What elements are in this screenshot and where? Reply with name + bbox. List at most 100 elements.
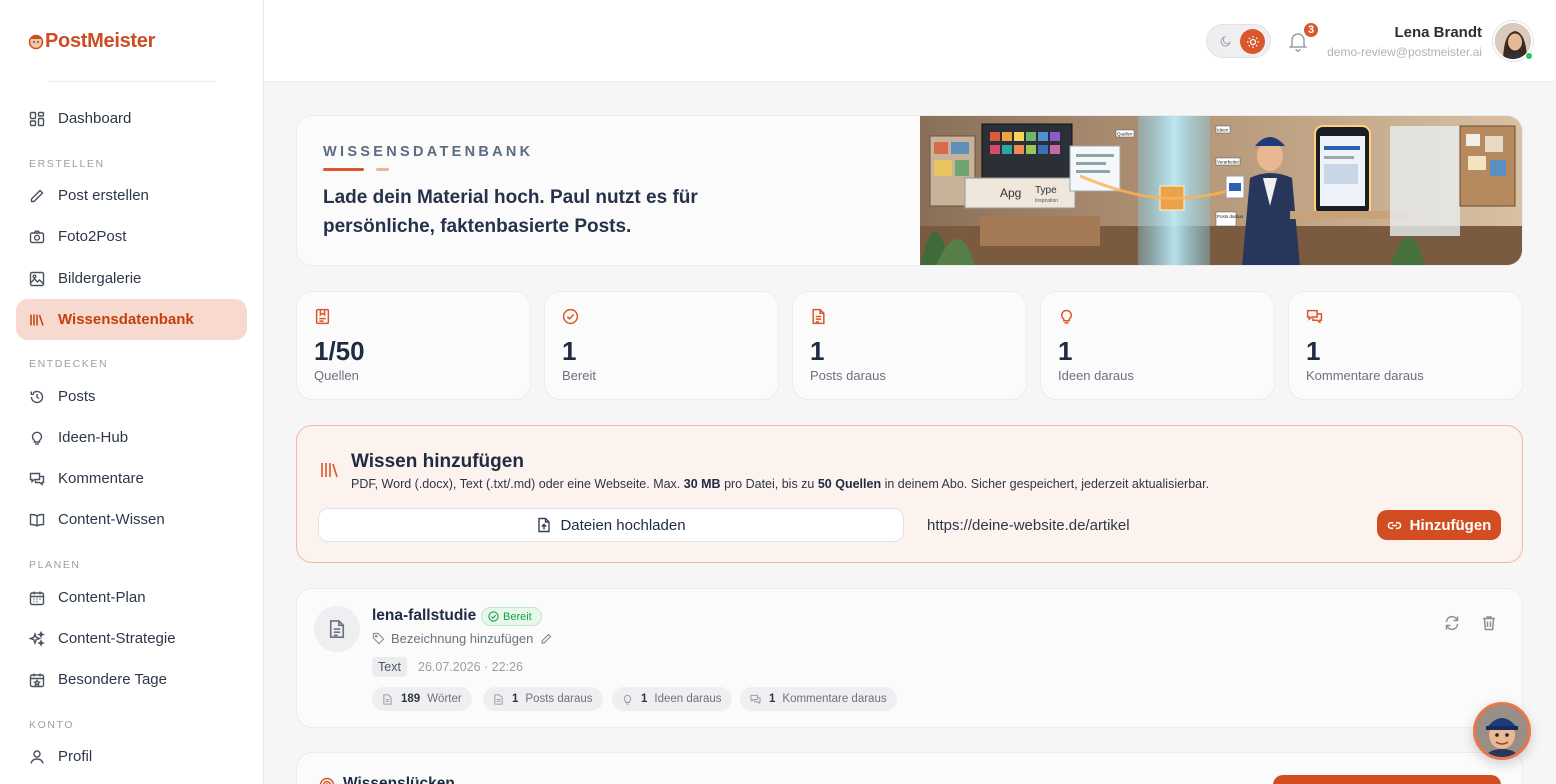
pencil-icon <box>541 633 552 644</box>
sidebar-item-dashboard[interactable]: Dashboard <box>16 98 247 139</box>
url-input[interactable] <box>917 508 1357 542</box>
refresh-icon[interactable] <box>1443 614 1461 632</box>
status-badge: Bereit <box>481 607 542 626</box>
document-icon <box>812 308 825 325</box>
sidebar-item-label: Bildergalerie <box>58 270 142 287</box>
sidebar-item-knowledge[interactable]: Wissensdatenbank <box>16 299 247 340</box>
library-icon <box>28 311 45 328</box>
chat-icon <box>28 470 45 487</box>
document-icon <box>383 693 392 705</box>
online-status-dot <box>1525 52 1533 60</box>
hero-label-inspiration: Inspiration <box>1035 198 1058 204</box>
document-tile <box>314 606 360 652</box>
brand-name-part2: Meister <box>87 29 156 52</box>
stat-label: Quellen <box>314 368 359 383</box>
lightbulb-icon <box>1060 309 1073 324</box>
sidebar-item-label: Dashboard <box>58 110 132 127</box>
calendar-icon <box>28 589 45 606</box>
stat-value: 1 <box>810 336 825 366</box>
source-type-chip: Text <box>372 657 407 677</box>
image-icon <box>28 270 45 287</box>
sidebar-item-posts[interactable]: Posts <box>16 376 247 417</box>
chat-icon <box>1306 309 1323 324</box>
grid-icon <box>28 110 45 127</box>
sidebar-item-gallery[interactable]: Bildergalerie <box>16 258 247 299</box>
sidebar-item-label: Content-Wissen <box>58 511 165 528</box>
sidebar-item-special-days[interactable]: Besondere Tage <box>16 659 247 700</box>
hero-label-apg: Apg <box>1000 186 1021 200</box>
sparkles-icon <box>28 630 45 647</box>
check-circle-icon <box>488 611 499 622</box>
sidebar-item-label: Ideen-Hub <box>58 429 129 446</box>
sidebar-item-label: Post erstellen <box>58 187 149 204</box>
camera-icon <box>28 228 45 245</box>
brand-name-part1: Post <box>45 29 88 52</box>
document-icon <box>494 693 503 705</box>
sidebar-item-profile[interactable]: Profil <box>16 736 247 777</box>
stat-card-posts: 1 Posts daraus <box>792 291 1027 400</box>
stat-label: Bereit <box>562 368 596 383</box>
sidebar: Post Meister Dashboard ERSTELLEN Post ers… <box>0 0 264 784</box>
stat-card-ready: 1 Bereit <box>544 291 779 400</box>
source-date: 26.07.2026 · 22:26 <box>418 660 523 674</box>
user-name: Lena Brandt <box>1394 24 1482 41</box>
sidebar-item-comments[interactable]: Kommentare <box>16 458 247 499</box>
trash-icon[interactable] <box>1480 614 1498 632</box>
sidebar-item-ideas[interactable]: Ideen-Hub <box>16 417 247 458</box>
knowledge-gaps-title: Wissenslücken <box>343 775 455 784</box>
add-knowledge-description: PDF, Word (.docx), Text (.txt/.md) oder … <box>351 477 1210 491</box>
stat-card-comments: 1 Kommentare daraus <box>1288 291 1523 400</box>
nav-section-discover: ENTDECKEN <box>29 358 109 370</box>
add-url-label: Hinzufügen <box>1409 516 1492 534</box>
sidebar-item-content-plan[interactable]: Content-Plan <box>16 577 247 618</box>
stat-value: 1 <box>1058 336 1073 366</box>
status-label: Bereit <box>503 610 532 623</box>
sun-icon <box>1240 29 1265 54</box>
moon-icon <box>1220 35 1232 47</box>
pill-comments: 1 Kommentare daraus <box>740 687 897 711</box>
nav-section-account: KONTO <box>29 719 75 731</box>
sidebar-item-content-knowledge[interactable]: Content-Wissen <box>16 499 247 540</box>
source-list-item: lena-fallstudie Bereit Bezeichnung hinzu… <box>296 588 1523 728</box>
hero-description: Lade dein Material hoch. Paul nutzt es f… <box>323 187 698 237</box>
pill-ideas: 1 Ideen daraus <box>612 687 732 711</box>
sidebar-item-foto2post[interactable]: Foto2Post <box>16 216 247 257</box>
upload-files-label: Dateien hochladen <box>560 516 686 534</box>
add-url-button[interactable]: Hinzufügen <box>1377 510 1501 540</box>
sidebar-item-label: Besondere Tage <box>58 671 167 688</box>
bookmark-icon <box>315 308 330 325</box>
brand-logo[interactable]: Post Meister <box>28 28 155 54</box>
add-knowledge-card: Wissen hinzufügen PDF, Word (.docx), Tex… <box>296 425 1523 563</box>
top-bar: 3 Lena Brandt demo-review@postmeister.ai <box>264 0 1556 82</box>
knowledge-gaps-action-button[interactable] <box>1273 775 1501 784</box>
hero-label-processed: Verarbeitet <box>1217 160 1240 165</box>
stat-label: Ideen daraus <box>1058 368 1134 383</box>
add-label-text: Bezeichnung hinzufügen <box>391 631 534 646</box>
stat-card-ideas: 1 Ideen daraus <box>1040 291 1275 400</box>
nav-section-create: ERSTELLEN <box>29 158 105 170</box>
source-name[interactable]: lena-fallstudie <box>372 607 476 625</box>
theme-toggle[interactable] <box>1206 24 1271 58</box>
tag-icon <box>372 632 385 645</box>
upload-files-button[interactable]: Dateien hochladen <box>318 508 904 542</box>
lightbulb-icon <box>28 429 45 446</box>
knowledge-gaps-card: Wissenslücken <box>296 752 1523 784</box>
hero-banner: WISSENSDATENBANK Lade dein Material hoch… <box>296 115 1523 266</box>
assistant-chat-button[interactable] <box>1473 702 1531 760</box>
stat-label: Kommentare daraus <box>1306 368 1424 383</box>
sidebar-item-label: Posts <box>58 388 96 405</box>
check-circle-icon <box>562 308 579 325</box>
hero-label-posts: Posts daraus <box>1217 214 1244 219</box>
stat-value: 1 <box>1306 336 1321 366</box>
title-accent-dot <box>376 168 389 171</box>
sidebar-item-post-create[interactable]: Post erstellen <box>16 175 247 216</box>
sidebar-item-content-strategy[interactable]: Content-Strategie <box>16 618 247 659</box>
postmeister-mascot-icon <box>28 34 44 50</box>
hero-label-sources: Quellen <box>1117 132 1133 137</box>
pill-posts: 1 Posts daraus <box>483 687 603 711</box>
add-label-link[interactable]: Bezeichnung hinzufügen <box>372 631 552 646</box>
title-accent-bar <box>323 168 364 171</box>
sidebar-item-label: Content-Strategie <box>58 630 176 647</box>
link-icon <box>1387 521 1401 529</box>
assistant-avatar-icon <box>1476 705 1528 757</box>
